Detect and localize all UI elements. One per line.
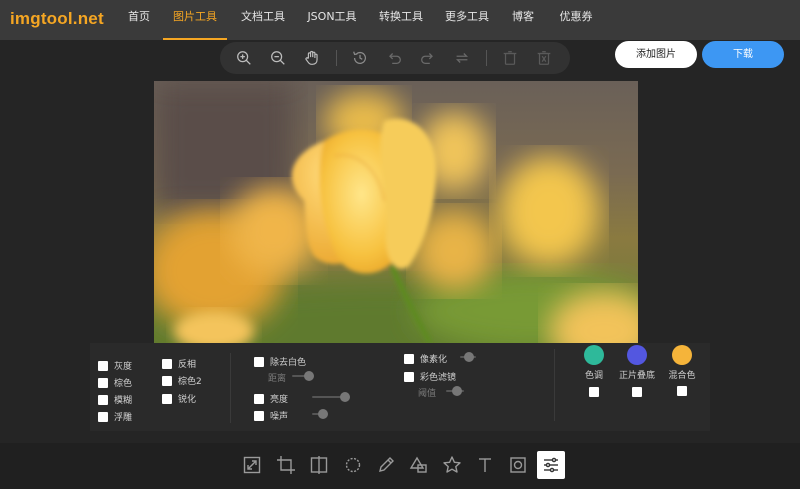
checkbox-label: 像素化 <box>420 355 448 365</box>
zoom-out-icon[interactable] <box>268 48 288 68</box>
nav-home[interactable]: 首页 <box>122 0 156 40</box>
tint-label: 色调 <box>584 371 603 381</box>
draw-icon[interactable] <box>372 451 400 479</box>
nav-json-tools[interactable]: JSON工具 <box>302 0 362 40</box>
emboss-checkbox[interactable]: 浮雕 <box>98 410 132 423</box>
panel-divider <box>554 349 555 421</box>
remove-white-checkbox[interactable]: 除去白色 <box>254 355 306 368</box>
checkbox[interactable] <box>404 371 414 382</box>
nav-image-tools[interactable]: 图片工具 <box>163 0 227 40</box>
zoom-in-icon[interactable] <box>234 48 254 68</box>
reset-icon[interactable] <box>452 48 472 68</box>
checkbox-label: 亮度 <box>270 395 289 405</box>
bottom-toolbar <box>0 443 800 489</box>
rotate-icon[interactable] <box>339 451 367 479</box>
delete-all-icon[interactable] <box>534 48 554 68</box>
resize-icon[interactable] <box>238 451 266 479</box>
history-icon[interactable] <box>350 48 370 68</box>
toolbar-divider <box>336 50 337 66</box>
noise-checkbox[interactable]: 噪声 <box>254 409 288 422</box>
checkbox[interactable] <box>98 360 108 371</box>
tulip-photo <box>154 81 638 343</box>
pixelate-slider[interactable] <box>460 352 476 362</box>
distance-label: 距离 <box>268 374 287 384</box>
checkbox-label: 噪声 <box>270 412 289 422</box>
shape-icon[interactable] <box>405 451 433 479</box>
threshold-label: 阈值 <box>418 389 437 399</box>
checkbox-label: 锐化 <box>178 395 197 405</box>
tint-checkbox[interactable] <box>589 387 599 397</box>
checkbox[interactable] <box>98 411 108 422</box>
checkbox-label: 除去白色 <box>270 358 307 368</box>
checkbox[interactable] <box>162 375 172 386</box>
download-button[interactable]: 下载 <box>702 41 784 68</box>
brightness-checkbox[interactable]: 亮度 <box>254 392 288 405</box>
mask-icon[interactable] <box>504 451 532 479</box>
checkbox[interactable] <box>98 377 108 388</box>
nav-blog[interactable]: 博客 <box>506 0 540 40</box>
sharpen-checkbox[interactable]: 锐化 <box>162 392 196 405</box>
checkbox-label: 灰度 <box>114 362 133 372</box>
multiply-color-swatch[interactable] <box>627 345 647 365</box>
slider-knob[interactable] <box>304 371 314 381</box>
checkbox-label: 模糊 <box>114 396 133 406</box>
checkbox[interactable] <box>98 394 108 405</box>
nav-convert-tools[interactable]: 转换工具 <box>374 0 428 40</box>
site-logo[interactable]: imgtool.net <box>10 9 104 29</box>
checkbox-label: 反相 <box>178 360 197 370</box>
pixelate-checkbox[interactable]: 像素化 <box>404 352 447 365</box>
multiply-label: 正片叠底 <box>618 371 655 381</box>
distance-slider[interactable] <box>292 371 314 381</box>
hand-icon[interactable] <box>302 48 322 68</box>
checkbox[interactable] <box>162 358 172 369</box>
flip-icon[interactable] <box>305 451 333 479</box>
checkbox[interactable] <box>162 393 172 404</box>
top-nav-bar: imgtool.net 首页 图片工具 文档工具 JSON工具 转换工具 更多工… <box>0 0 800 40</box>
checkbox-label: 浮雕 <box>114 413 133 423</box>
top-toolbar <box>220 42 570 74</box>
canvas-image[interactable] <box>154 81 638 343</box>
text-icon[interactable] <box>471 451 499 479</box>
checkbox[interactable] <box>254 393 264 404</box>
checkbox[interactable] <box>254 356 264 367</box>
threshold-slider[interactable] <box>446 386 464 396</box>
checkbox[interactable] <box>254 410 264 421</box>
slider-knob[interactable] <box>452 386 462 396</box>
slider-knob[interactable] <box>318 409 328 419</box>
slider-knob[interactable] <box>464 352 474 362</box>
nav-more-tools[interactable]: 更多工具 <box>440 0 494 40</box>
color-filter-checkbox[interactable]: 彩色滤镜 <box>404 370 456 383</box>
delete-icon[interactable] <box>500 48 520 68</box>
blend-label: 混合色 <box>668 371 696 381</box>
nav-coupons[interactable]: 优惠券 <box>554 0 598 40</box>
nav-document-tools[interactable]: 文档工具 <box>236 0 290 40</box>
multiply-checkbox[interactable] <box>632 387 642 397</box>
undo-icon[interactable] <box>384 48 404 68</box>
checkbox[interactable] <box>404 353 414 364</box>
sepia-checkbox[interactable]: 棕色 <box>98 376 132 389</box>
add-image-button[interactable]: 添加图片 <box>615 41 697 68</box>
slider-knob[interactable] <box>340 392 350 402</box>
icon-icon[interactable] <box>438 451 466 479</box>
noise-slider[interactable] <box>312 409 328 419</box>
brightness-slider[interactable] <box>312 392 350 402</box>
filter-icon[interactable] <box>537 451 565 479</box>
panel-divider <box>230 353 231 423</box>
tint-color-swatch[interactable] <box>584 345 604 365</box>
blur-checkbox[interactable]: 模糊 <box>98 393 132 406</box>
blend-color-swatch[interactable] <box>672 345 692 365</box>
checkbox-label: 彩色滤镜 <box>420 373 457 383</box>
blend-checkbox[interactable] <box>677 386 687 396</box>
checkbox-label: 棕色2 <box>178 377 202 387</box>
crop-icon[interactable] <box>272 451 300 479</box>
sepia2-checkbox[interactable]: 棕色2 <box>162 374 202 387</box>
redo-icon[interactable] <box>418 48 438 68</box>
toolbar-divider <box>486 50 487 66</box>
grayscale-checkbox[interactable]: 灰度 <box>98 359 132 372</box>
checkbox-label: 棕色 <box>114 379 133 389</box>
invert-checkbox[interactable]: 反相 <box>162 357 196 370</box>
